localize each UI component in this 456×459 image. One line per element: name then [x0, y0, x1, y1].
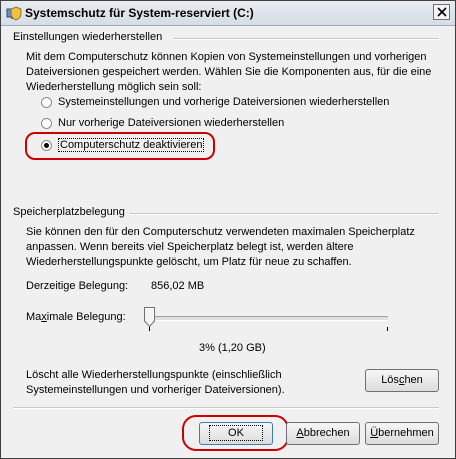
apply-button-accesskey: Ü [370, 427, 379, 439]
restore-group-title: Einstellungen wiederherstellen [13, 31, 163, 43]
radio-button[interactable] [41, 118, 52, 129]
apply-button[interactable]: Übernehmen [365, 422, 439, 445]
current-usage-value: 856,02 MB [151, 280, 205, 292]
radio-option-system-and-files[interactable]: Systemeinstellungen und vorherige Dateiv… [41, 95, 401, 111]
highlight-annotation [25, 132, 215, 160]
slider-value-text: 3% (1,20 GB) [199, 342, 266, 354]
restore-description-line: Dateiversionen gespeichert werden. Wähle… [26, 66, 432, 78]
delete-button-post: hen [404, 374, 423, 386]
highlight-annotation [182, 415, 289, 451]
radio-label: Nur vorherige Dateiversionen wiederherst… [58, 117, 285, 129]
disk-description: Sie können den für den Computerschutz ve… [26, 225, 415, 270]
radio-label: Systemeinstellungen und vorherige Dateiv… [58, 96, 390, 108]
restore-description-line: Mit dem Computerschutz können Kopien von… [26, 51, 427, 63]
restore-description-line: Wiederherstellung möglich sein soll: [26, 81, 202, 93]
cancel-button-post: bbrechen [303, 427, 350, 439]
radio-button[interactable] [41, 97, 52, 108]
max-usage-slider-track[interactable] [148, 316, 388, 321]
restore-description: Mit dem Computerschutz können Kopien von… [26, 50, 431, 95]
slider-tick [149, 327, 150, 331]
max-usage-label-pre: Ma [26, 311, 42, 323]
disk-description-line: anpassen. Wenn bereits viel Speicherplat… [26, 241, 354, 253]
slider-tick [387, 327, 388, 331]
cancel-button[interactable]: Abbrechen [286, 422, 360, 445]
max-usage-label-post: imale Belegung: [46, 311, 126, 323]
delete-button[interactable]: Löschen [365, 369, 439, 392]
shield-computer-icon [6, 5, 22, 21]
delete-button-label: Löschen [381, 370, 423, 391]
current-usage-label: Derzeitige Belegung: [26, 280, 129, 292]
delete-description: Löscht alle Wiederherstellungspunkte (ei… [26, 368, 285, 398]
apply-button-post: bernehmen [378, 427, 434, 439]
group-divider [173, 38, 439, 40]
max-usage-label: Maximale Belegung: [26, 311, 126, 323]
group-divider [129, 213, 439, 215]
disk-description-line: Wiederherstellungspunkte gelöscht, um Pl… [26, 256, 352, 268]
disk-description-line: Sie können den für den Computerschutz ve… [26, 226, 415, 238]
cancel-button-label: Abbrechen [296, 423, 349, 444]
dialog-window: Systemschutz für System-reserviert (C:) … [0, 0, 456, 459]
footer-divider [13, 407, 439, 409]
close-icon [437, 7, 447, 17]
cancel-button-accesskey: A [296, 427, 304, 439]
window-title: Systemschutz für System-reserviert (C:) [25, 6, 254, 20]
close-button[interactable] [433, 4, 450, 20]
delete-description-line: Löscht alle Wiederherstellungspunkte (ei… [26, 369, 282, 381]
apply-button-label: Übernehmen [370, 423, 434, 444]
title-bar[interactable]: Systemschutz für System-reserviert (C:) [1, 1, 455, 26]
delete-button-pre: Lös [381, 374, 399, 386]
max-usage-slider-thumb[interactable] [144, 307, 155, 328]
delete-description-line: Systemeinstellungen und vorheriger Datei… [26, 384, 285, 396]
radio-option-files-only[interactable]: Nur vorherige Dateiversionen wiederherst… [41, 116, 321, 132]
disk-group-title: Speicherplatzbelegung [13, 206, 125, 218]
